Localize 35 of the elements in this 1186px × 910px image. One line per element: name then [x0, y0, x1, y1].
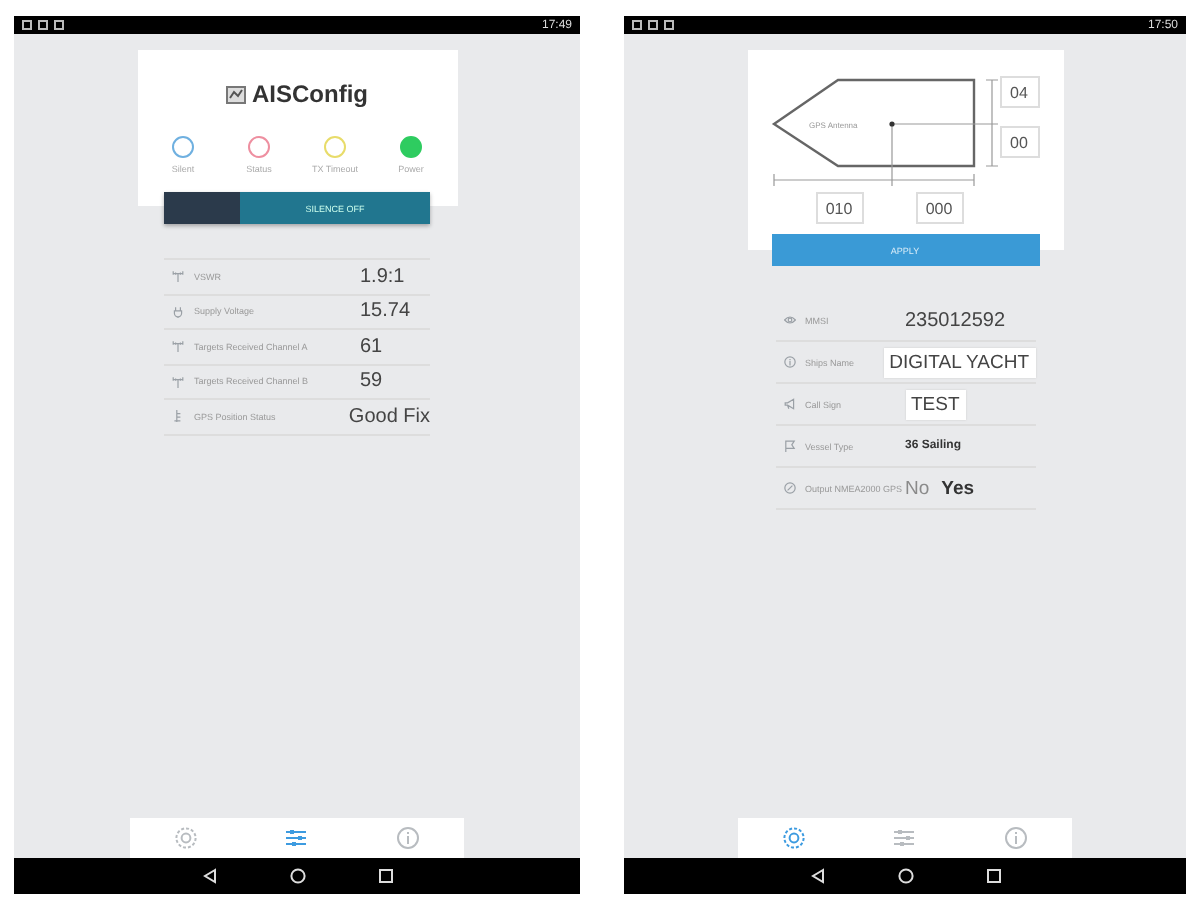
row-value: Good Fix [348, 405, 430, 428]
recents-icon[interactable] [377, 868, 393, 884]
home-icon[interactable] [897, 868, 913, 884]
input-field[interactable]: TEST [905, 389, 966, 419]
input-field[interactable]: DIGITAL YACHT [883, 347, 1035, 377]
antenna-icon [172, 375, 184, 388]
antenna-icon [172, 340, 184, 353]
sliders-tab[interactable] [892, 826, 917, 850]
row-value: 15.74 [360, 300, 411, 323]
row-value: 59 [360, 370, 383, 393]
plug-icon [172, 305, 184, 318]
starboard-field[interactable]: 04 [999, 76, 1039, 108]
antenna-icon [172, 270, 184, 283]
info-icon [783, 356, 795, 368]
back-icon[interactable] [809, 868, 825, 884]
logo-icon [226, 85, 246, 103]
mmsi-value: 235012592 [905, 309, 1006, 331]
stern-field[interactable]: 000 [915, 192, 963, 224]
port-field[interactable]: 00 [999, 126, 1039, 158]
flag-icon [783, 440, 795, 452]
home-icon[interactable] [289, 868, 305, 884]
settings-tab[interactable] [781, 826, 806, 850]
megaphone-icon [783, 398, 795, 410]
recents-icon[interactable] [985, 868, 1001, 884]
app-title: AISConfig [252, 80, 368, 108]
compass-icon [783, 482, 795, 494]
option-toggle[interactable]: Yes [941, 477, 975, 499]
row-value: 61 [360, 335, 383, 358]
antenna-dot [888, 121, 894, 127]
antenna-icon [172, 410, 184, 423]
bow-field[interactable]: 010 [815, 192, 863, 224]
sliders-tab[interactable] [284, 826, 309, 850]
back-icon[interactable] [201, 868, 217, 884]
eye-icon [783, 314, 795, 326]
row-value: 1.9:1 [360, 265, 405, 288]
